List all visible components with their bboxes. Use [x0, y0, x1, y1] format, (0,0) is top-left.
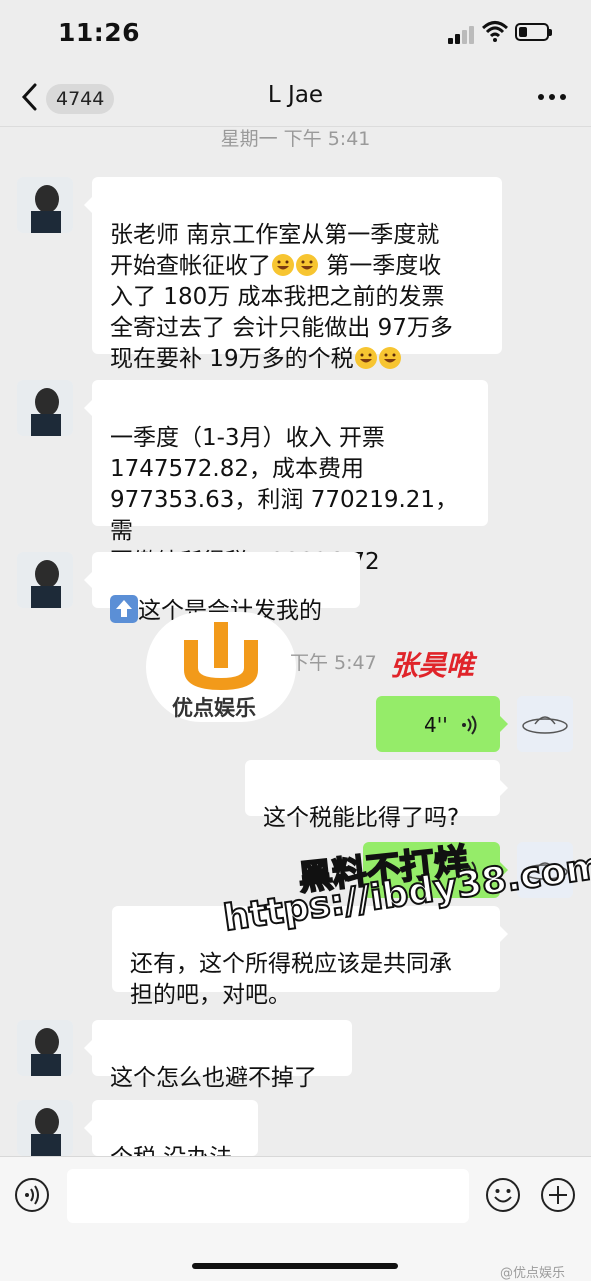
add-more-icon[interactable] — [540, 1177, 576, 1213]
voice-duration: 4'' — [424, 713, 448, 737]
message-text: 张老师 南京工作室从第一季度就 开始查帐征收了 第一季度收 入了 180万 成本… — [110, 222, 453, 372]
watermark-logo: 优点娱乐 — [146, 612, 296, 722]
emoji-picker-icon[interactable] — [485, 1177, 521, 1213]
contact-avatar[interactable] — [17, 1020, 73, 1076]
battery-icon — [515, 23, 552, 41]
contact-avatar[interactable] — [17, 1100, 73, 1156]
message-bubble[interactable]: 一季度（1-3月）收入 开票 1747572.82，成本费用 977353.63… — [84, 380, 488, 575]
up-arrow-icon — [110, 595, 138, 623]
watermark-corner: @优点娱乐 — [500, 1266, 566, 1281]
wifi-icon — [482, 21, 508, 42]
cellular-signal-icon — [448, 24, 478, 44]
message-timestamp: 星期一 下午 5:41 — [220, 128, 371, 150]
message-bubble[interactable]: 这个税能比得了吗? — [245, 760, 508, 831]
voice-message-bubble[interactable]: 4'' — [376, 696, 508, 752]
voice-input-icon[interactable] — [14, 1177, 50, 1213]
contact-avatar[interactable] — [17, 552, 73, 608]
tears-of-joy-emoji-icon — [354, 346, 378, 370]
tears-of-joy-emoji-icon — [271, 253, 295, 277]
watermark-red-name: 张昊唯 — [390, 649, 475, 682]
message-bubble[interactable]: 这个是会计发我的 — [84, 552, 360, 624]
contact-avatar[interactable] — [17, 380, 73, 436]
my-avatar[interactable] — [517, 696, 573, 752]
chat-header: 4744 L Jae — [0, 70, 591, 127]
message-timestamp: 下午 5:47 — [290, 652, 377, 674]
more-options-icon[interactable] — [538, 94, 568, 102]
status-time: 11:26 — [58, 18, 141, 47]
message-bubble[interactable]: 个税 没办法 — [84, 1100, 258, 1171]
watermark-logo-text: 优点娱乐 — [172, 696, 256, 720]
voice-wave-icon — [462, 715, 477, 735]
message-text: 这个怎么也避不掉了 — [110, 1065, 317, 1091]
message-text: 还有，这个所得税应该是共同承 担的吧，对吧。 — [130, 951, 452, 1008]
message-input[interactable] — [67, 1169, 469, 1223]
status-bar: 11:26 — [0, 0, 591, 70]
chat-title: L Jae — [267, 82, 324, 108]
message-text: 这个税能比得了吗? — [263, 805, 460, 831]
tears-of-joy-emoji-icon — [295, 253, 319, 277]
message-bubble[interactable]: 这个怎么也避不掉了 — [84, 1020, 352, 1091]
contact-avatar[interactable] — [17, 177, 73, 233]
home-indicator[interactable] — [192, 1263, 398, 1269]
tears-of-joy-emoji-icon — [378, 346, 402, 370]
message-bubble[interactable]: 张老师 南京工作室从第一季度就 开始查帐征收了 第一季度收 入了 180万 成本… — [84, 177, 502, 372]
